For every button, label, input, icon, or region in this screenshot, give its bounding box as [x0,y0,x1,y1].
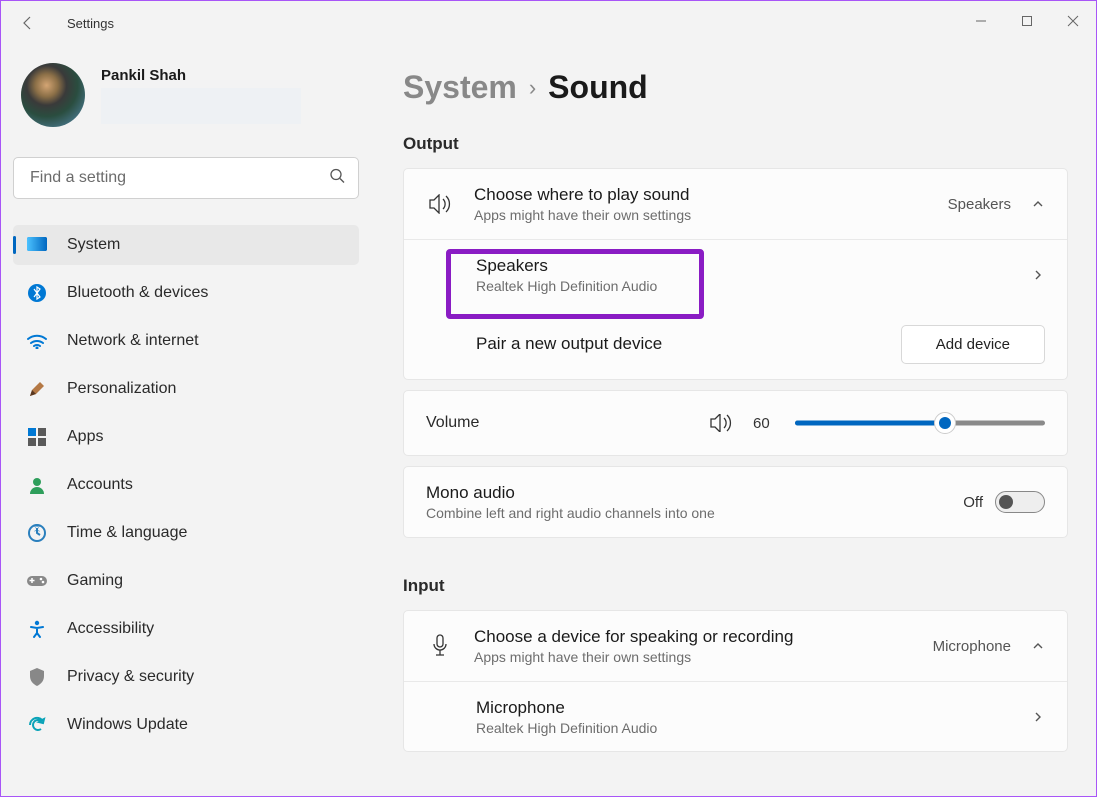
output-section-label: Output [403,134,1068,154]
mono-audio-row[interactable]: Mono audio Combine left and right audio … [404,467,1067,537]
nav-label: Network & internet [67,332,199,350]
nav-label: System [67,236,120,254]
maximize-button[interactable] [1004,1,1050,41]
pair-output-title: Pair a new output device [476,334,881,354]
chevron-right-icon [1031,710,1045,724]
input-section-label: Input [403,576,1068,596]
nav-label: Accounts [67,476,133,494]
accessibility-icon [27,619,47,639]
nav-apps[interactable]: Apps [13,417,359,457]
microphone-device-row[interactable]: Microphone Realtek High Definition Audio [404,681,1067,751]
speakers-device-row[interactable]: Speakers Realtek High Definition Audio [404,239,1067,309]
system-icon [27,235,47,255]
mono-sub: Combine left and right audio channels in… [426,505,943,521]
pair-output-row: Pair a new output device Add device [404,309,1067,379]
search-icon [329,168,345,189]
svg-text:文: 文 [34,525,40,533]
choose-output-title: Choose where to play sound [474,185,928,205]
accounts-icon [27,475,47,495]
close-button[interactable] [1050,1,1096,41]
apps-icon [27,427,47,447]
choose-output-row[interactable]: Choose where to play sound Apps might ha… [404,169,1067,239]
volume-slider[interactable] [795,413,1045,433]
user-name: Pankil Shah [101,67,301,84]
mono-title: Mono audio [426,483,943,503]
chevron-up-icon [1031,639,1045,653]
nav-label: Personalization [67,380,176,398]
nav-bluetooth[interactable]: Bluetooth & devices [13,273,359,313]
speakers-sub: Realtek High Definition Audio [476,278,1011,294]
bluetooth-icon [27,283,47,303]
nav-accounts[interactable]: Accounts [13,465,359,505]
volume-value: 60 [753,415,777,432]
add-device-button[interactable]: Add device [901,325,1045,364]
microphone-icon [426,634,454,658]
avatar [21,63,85,127]
breadcrumb-current: Sound [548,69,648,106]
mono-state: Off [963,494,983,511]
nav-label: Windows Update [67,716,188,734]
choose-output-sub: Apps might have their own settings [474,207,928,223]
chevron-right-icon [1031,268,1045,282]
gaming-icon [27,571,47,591]
choose-input-sub: Apps might have their own settings [474,649,913,665]
chevron-right-icon: › [529,75,536,101]
nav-windows-update[interactable]: Windows Update [13,705,359,745]
user-email [101,88,301,124]
choose-input-title: Choose a device for speaking or recordin… [474,627,913,647]
speaker-icon [426,194,454,214]
volume-label: Volume [426,414,689,432]
nav-personalization[interactable]: Personalization [13,369,359,409]
time-icon: 文 [27,523,47,543]
microphone-title: Microphone [476,698,1011,718]
nav-system[interactable]: System [13,225,359,265]
nav-label: Apps [67,428,103,446]
nav-label: Privacy & security [67,668,194,686]
privacy-icon [27,667,47,687]
nav-label: Accessibility [67,620,154,638]
nav-privacy[interactable]: Privacy & security [13,657,359,697]
update-icon [27,715,47,735]
volume-row: Volume 60 [404,391,1067,455]
breadcrumb: System › Sound [403,69,1068,106]
network-icon [27,331,47,351]
search-input[interactable] [13,157,359,199]
personalization-icon [27,379,47,399]
microphone-sub: Realtek High Definition Audio [476,720,1011,736]
nav-time-language[interactable]: 文 Time & language [13,513,359,553]
mono-toggle[interactable] [995,491,1045,513]
breadcrumb-parent[interactable]: System [403,69,517,106]
nav-gaming[interactable]: Gaming [13,561,359,601]
choose-input-row[interactable]: Choose a device for speaking or recordin… [404,611,1067,681]
chevron-up-icon [1031,197,1045,211]
nav-label: Bluetooth & devices [67,284,208,302]
speakers-title: Speakers [476,256,1011,276]
nav-network[interactable]: Network & internet [13,321,359,361]
choose-input-value: Microphone [933,638,1011,655]
minimize-button[interactable] [958,1,1004,41]
nav-accessibility[interactable]: Accessibility [13,609,359,649]
choose-output-value: Speakers [948,196,1011,213]
back-button[interactable] [13,8,43,38]
user-block[interactable]: Pankil Shah [13,55,359,135]
volume-icon[interactable] [707,414,735,432]
nav-label: Gaming [67,572,123,590]
nav-label: Time & language [67,524,187,542]
input-device-card: Choose a device for speaking or recordin… [403,610,1068,752]
output-device-card: Choose where to play sound Apps might ha… [403,168,1068,380]
app-title: Settings [67,16,114,31]
